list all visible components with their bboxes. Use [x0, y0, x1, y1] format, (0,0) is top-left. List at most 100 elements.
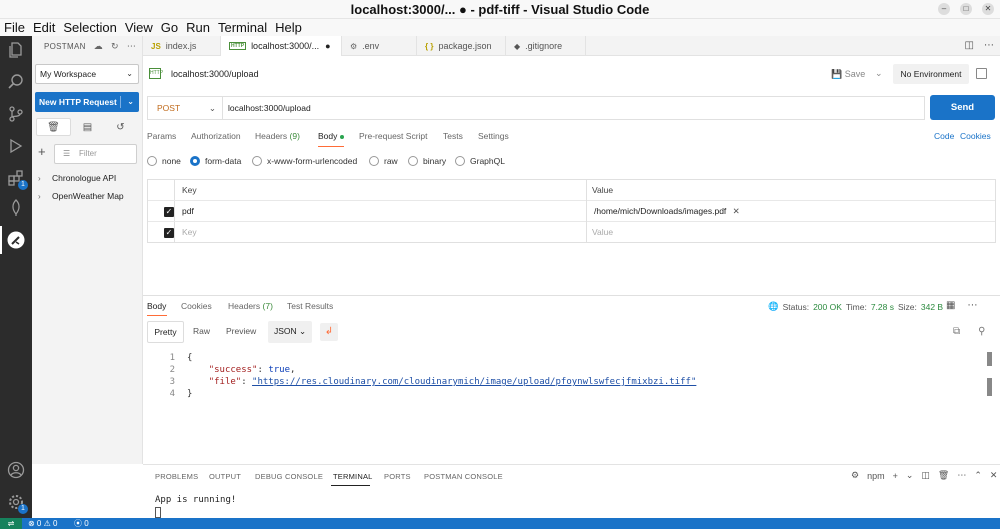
radio-x-www-form-urlencoded[interactable]: x-www-form-urlencoded [252, 156, 357, 166]
tab-prerequest-script[interactable]: Pre-request Script [359, 131, 428, 141]
cookies-link[interactable]: Cookies [960, 131, 991, 141]
tab-response-headers[interactable]: Headers (7) [228, 301, 273, 311]
radio-graphql[interactable]: GraphQL [455, 156, 505, 166]
url-input[interactable]: localhost:3000/upload [222, 96, 925, 120]
trash-icon[interactable]: 🗑 [938, 470, 949, 481]
tab-localhost-request[interactable]: HTTP localhost:3000/... ● [221, 36, 342, 56]
extensions-icon[interactable]: 1 [6, 168, 28, 190]
row-enabled-checkbox[interactable]: ✓ [164, 207, 174, 217]
tab-ports[interactable]: PORTS [384, 472, 411, 481]
value-file-cell[interactable]: /home/mich/Downloads/images.pdf ✕ [594, 201, 740, 222]
menu-file[interactable]: File [4, 19, 25, 36]
unsaved-dot-icon[interactable]: ● [325, 41, 330, 51]
code-link[interactable]: Code [934, 131, 954, 141]
collections-tab-icon[interactable]: 🗑 [36, 118, 71, 136]
view-preview[interactable]: Preview [226, 321, 256, 343]
key-cell[interactable]: pdf [182, 201, 194, 222]
tab-gitignore[interactable]: ◆ .gitignore [506, 36, 586, 56]
scrollbar-thumb[interactable] [987, 352, 992, 366]
remote-indicator-icon[interactable]: ⇌ [0, 518, 22, 529]
time-value[interactable]: 7.28 s [871, 302, 894, 312]
copy-icon[interactable]: ⧉ [953, 326, 960, 337]
minimize-icon[interactable]: – [938, 3, 950, 15]
search-icon[interactable]: ⚲ [978, 326, 985, 337]
radio-binary[interactable]: binary [408, 156, 446, 166]
menu-run[interactable]: Run [186, 19, 210, 36]
accounts-icon[interactable] [6, 460, 26, 480]
size-value[interactable]: 342 B [921, 302, 943, 312]
run-debug-icon[interactable] [6, 136, 26, 156]
environment-quick-look-icon[interactable] [976, 68, 987, 79]
tab-body[interactable]: Body [318, 131, 345, 141]
more-actions-icon[interactable]: ⋯ [967, 300, 977, 311]
menu-help[interactable]: Help [275, 19, 302, 36]
sync-cloud-icon[interactable]: ☁ [94, 41, 103, 52]
tab-params[interactable]: Params [147, 131, 176, 141]
new-http-request-button[interactable]: New HTTP Request ⌄ [35, 92, 139, 112]
response-code-view[interactable]: 1{ 2 "success": true, 3 "file": "https:/… [147, 352, 992, 412]
settings-gear-icon[interactable]: 1 [6, 492, 28, 514]
tab-output[interactable]: OUTPUT [209, 472, 241, 481]
tab-test-results[interactable]: Test Results [287, 301, 333, 311]
tab-problems[interactable]: PROBLEMS [155, 472, 198, 481]
split-editor-icon[interactable]: ◫ [965, 40, 974, 51]
key-input[interactable]: Key [182, 222, 197, 243]
remove-file-icon[interactable]: ✕ [733, 206, 740, 216]
chevron-down-icon[interactable]: ⌄ [875, 68, 883, 79]
maximize-panel-icon[interactable]: ⌃ [974, 470, 982, 481]
more-actions-icon[interactable]: ⋯ [957, 470, 966, 481]
history-tab-icon[interactable]: ↺ [104, 118, 137, 136]
split-terminal-icon[interactable]: ◫ [921, 470, 930, 481]
method-select[interactable]: POST ⌄ [147, 96, 222, 120]
send-button[interactable]: Send [930, 95, 995, 120]
postman-icon[interactable] [6, 230, 26, 250]
status-value[interactable]: 200 OK [813, 302, 842, 312]
tab-tests[interactable]: Tests [443, 131, 463, 141]
workspace-select[interactable]: My Workspace ⌄ [35, 64, 139, 84]
tab-authorization[interactable]: Authorization [191, 131, 241, 141]
tab-package-json[interactable]: { } package.json [417, 36, 506, 56]
chevron-down-icon[interactable]: ⌄ [127, 92, 134, 112]
close-panel-icon[interactable]: ✕ [990, 470, 998, 481]
ports-status[interactable]: ⦿ 0 [74, 518, 89, 529]
tab-index-js[interactable]: JS index.js [143, 36, 221, 56]
source-control-icon[interactable] [6, 104, 26, 124]
row-enabled-checkbox[interactable]: ✓ [164, 228, 174, 238]
environments-tab-icon[interactable]: ▤ [71, 118, 104, 136]
tab-response-cookies[interactable]: Cookies [181, 301, 212, 311]
chevron-down-icon[interactable]: ⌄ [906, 470, 914, 481]
view-raw[interactable]: Raw [193, 321, 210, 343]
tab-env[interactable]: ⚙ .env [342, 36, 417, 56]
refresh-icon[interactable]: ↻ [111, 41, 119, 52]
more-actions-icon[interactable]: ⋯ [984, 40, 994, 51]
response-file-link[interactable]: "https://res.cloudinary.com/cloudinarymi… [252, 377, 696, 387]
tab-settings[interactable]: Settings [478, 131, 509, 141]
search-icon[interactable] [6, 72, 26, 92]
radio-none[interactable]: none [147, 156, 181, 166]
mongodb-leaf-icon[interactable] [6, 198, 26, 218]
wrap-lines-icon[interactable]: ↲ [320, 323, 338, 341]
layout-grid-icon[interactable]: ▦ [946, 300, 955, 311]
tab-response-body[interactable]: Body [147, 301, 166, 311]
terminal-shell-label[interactable]: npm [867, 471, 885, 481]
explorer-icon[interactable] [6, 40, 26, 60]
format-select[interactable]: JSON ⌄ [268, 321, 312, 343]
tab-postman-console[interactable]: POSTMAN CONSOLE [424, 472, 503, 481]
close-icon[interactable]: ✕ [982, 3, 994, 15]
menu-terminal[interactable]: Terminal [218, 19, 267, 36]
value-input[interactable]: Value [592, 222, 613, 243]
problems-status[interactable]: ⊗ 0 ⚠ 0 [28, 518, 57, 529]
maximize-icon[interactable]: □ [960, 3, 972, 15]
panel-divider[interactable] [143, 295, 1000, 296]
radio-raw[interactable]: raw [369, 156, 398, 166]
add-collection-icon[interactable]: + [38, 144, 46, 160]
tab-terminal[interactable]: TERMINAL [333, 472, 373, 481]
environment-select[interactable]: No Environment [893, 64, 969, 84]
menu-edit[interactable]: Edit [33, 19, 55, 36]
new-terminal-icon[interactable]: + [893, 471, 898, 481]
request-name[interactable]: localhost:3000/upload [171, 69, 259, 79]
tab-headers[interactable]: Headers (9) [255, 131, 300, 141]
terminal-cursor[interactable] [155, 507, 161, 518]
tab-debug-console[interactable]: DEBUG CONSOLE [255, 472, 323, 481]
save-button[interactable]: 💾 Save [831, 69, 865, 80]
